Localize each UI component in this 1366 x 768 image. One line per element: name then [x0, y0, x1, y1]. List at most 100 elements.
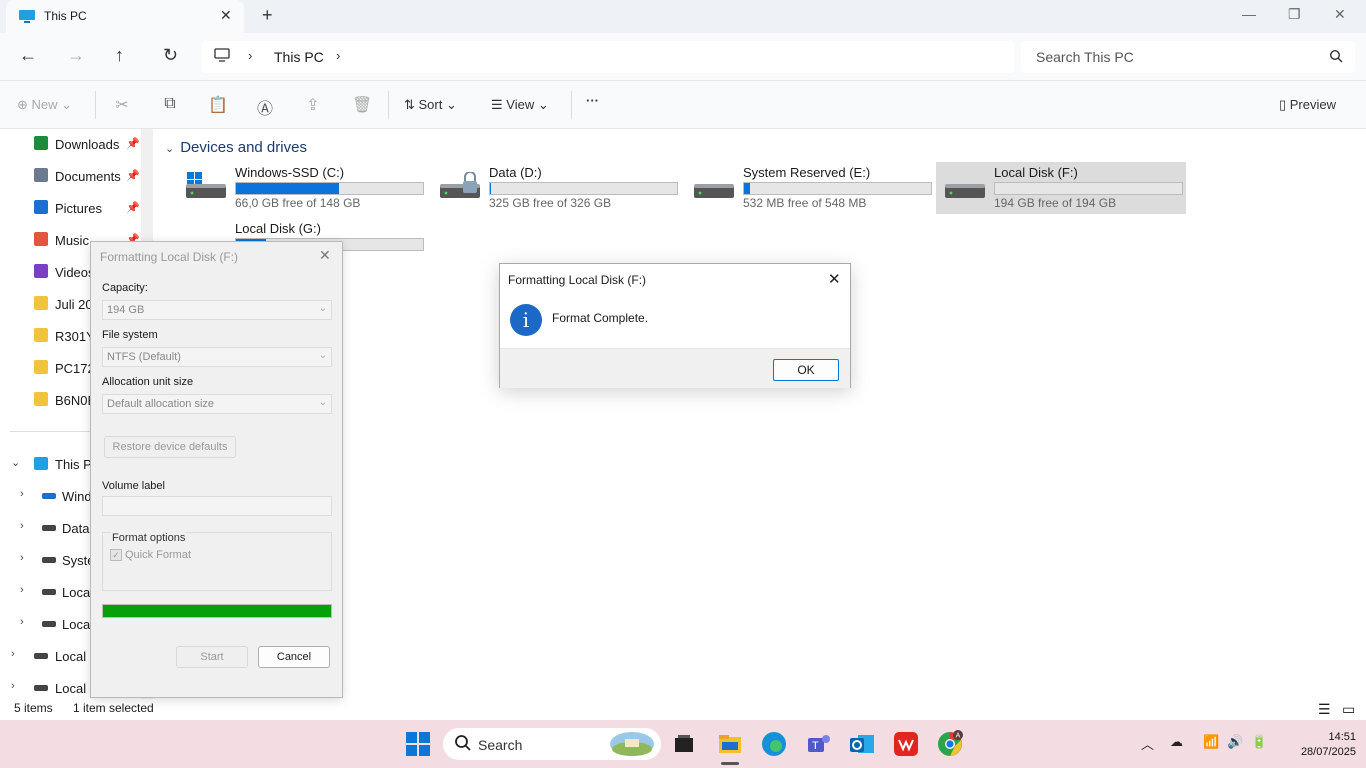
tree-item-label: Local — [62, 585, 94, 600]
more-options-button[interactable]: ··· — [586, 93, 599, 108]
rename-icon[interactable]: Ⓐ — [256, 95, 274, 118]
drive-tile[interactable]: Windows-SSD (C:) 66,0 GB free of 148 GB — [177, 162, 427, 214]
tree-item-label: Local — [62, 617, 94, 632]
battery-icon[interactable]: 🔋 — [1251, 734, 1267, 750]
volume-label-input[interactable] — [102, 496, 332, 516]
chrome-icon[interactable]: A — [936, 730, 964, 758]
drive-usage-bar — [235, 182, 424, 195]
chevron-right-icon[interactable]: › — [20, 488, 24, 500]
minimize-button[interactable]: — — [1242, 6, 1256, 22]
address-bar[interactable]: › This PC › — [202, 41, 1014, 73]
volume-label-label: Volume label — [102, 480, 165, 492]
drive-icon — [42, 525, 56, 531]
sidebar-item-downloads[interactable]: Downloads 📌 — [0, 130, 141, 158]
title-bar: This PC ✕ + — ❐ ✕ — [0, 0, 1366, 33]
chevron-right-icon[interactable]: › — [11, 648, 15, 660]
back-icon[interactable]: ← — [19, 45, 37, 66]
close-icon[interactable]: ✕ — [828, 270, 841, 288]
details-view-icon[interactable]: ☰ — [1318, 701, 1331, 718]
this-pc-icon — [34, 457, 48, 470]
chevron-down-icon: ⌄ — [318, 397, 327, 408]
taskbar: Search T A ︿ ☁ 📶 🔊 🔋 — [0, 720, 1366, 768]
restore-defaults-button[interactable]: Restore device defaults — [104, 436, 236, 458]
forward-icon[interactable]: → — [67, 45, 85, 66]
command-bar: ⊕ New ⌄ ✂ ⧉ 📋 Ⓐ ⇪ 🗑 ⇅ Sort ⌄ ☰ View ⌄ ··… — [0, 81, 1366, 129]
close-window-button[interactable]: ✕ — [1334, 6, 1346, 23]
share-icon[interactable]: ⇪ — [304, 95, 322, 114]
task-view-icon[interactable] — [670, 730, 698, 758]
quick-format-checkbox[interactable]: ✓ — [110, 549, 122, 561]
file-system-select[interactable]: NTFS (Default) ⌄ — [102, 347, 332, 367]
search-input[interactable]: Search This PC — [1021, 41, 1355, 73]
chevron-down-icon[interactable]: ⌄ — [11, 456, 20, 469]
outlook-icon[interactable] — [848, 730, 876, 758]
svg-text:A: A — [956, 733, 961, 740]
capacity-select[interactable]: 194 GB ⌄ — [102, 300, 332, 320]
cut-icon[interactable]: ✂ — [113, 95, 131, 114]
ok-button[interactable]: OK — [773, 359, 839, 381]
breadcrumb-chevron-icon[interactable]: › — [336, 48, 340, 63]
search-icon — [1329, 49, 1343, 63]
taskbar-clock[interactable]: 14:51 28/07/2025 — [1296, 730, 1356, 760]
chevron-right-icon[interactable]: › — [11, 680, 15, 692]
volume-icon[interactable]: 🔊 — [1227, 734, 1243, 750]
pin-icon[interactable]: 📌 — [126, 169, 140, 182]
pin-icon[interactable]: 📌 — [126, 137, 140, 150]
delete-icon[interactable]: 🗑 — [352, 95, 372, 114]
close-icon[interactable]: ✕ — [319, 247, 331, 264]
videos-icon — [34, 264, 48, 278]
group-header[interactable]: ⌄ Devices and drives — [165, 139, 307, 156]
drive-free-space: 194 GB free of 194 GB — [994, 196, 1117, 210]
sidebar-item-pictures[interactable]: Pictures 📌 — [0, 194, 141, 222]
document-icon — [34, 168, 48, 182]
wifi-icon[interactable]: 📶 — [1203, 734, 1219, 750]
drive-icon — [42, 557, 56, 563]
wps-office-icon[interactable] — [892, 730, 920, 758]
drive-tile[interactable]: Local Disk (F:) 194 GB free of 194 GB — [936, 162, 1186, 214]
start-button[interactable]: Start — [176, 646, 248, 668]
view-button[interactable]: ☰ View ⌄ — [491, 97, 549, 113]
file-explorer-icon[interactable] — [716, 730, 744, 758]
cancel-button[interactable]: Cancel — [258, 646, 330, 668]
info-icon: i — [510, 304, 542, 336]
pictures-icon — [34, 200, 48, 214]
preview-button[interactable]: ▯ Preview — [1279, 97, 1336, 113]
chevron-up-icon[interactable]: ︿ — [1141, 734, 1154, 753]
drive-tile[interactable]: Data (D:) 325 GB free of 326 GB — [431, 162, 681, 214]
new-button[interactable]: ⊕ New ⌄ — [17, 97, 72, 113]
preview-label: Preview — [1289, 97, 1337, 112]
teams-icon[interactable]: T — [804, 730, 832, 758]
progress-fill — [103, 605, 331, 617]
refresh-icon[interactable]: ↻ — [163, 45, 178, 66]
view-label: View — [506, 97, 535, 112]
pin-icon[interactable]: 📌 — [126, 201, 140, 214]
sidebar-item-label: Documents — [55, 169, 121, 184]
drive-icon — [944, 172, 986, 200]
taskbar-search[interactable]: Search — [443, 728, 661, 760]
paste-icon[interactable]: 📋 — [208, 95, 228, 114]
new-label: New — [31, 97, 58, 112]
windows-start-icon[interactable] — [404, 730, 432, 758]
chevron-right-icon[interactable]: › — [20, 584, 24, 596]
sidebar-item-documents[interactable]: Documents 📌 — [0, 162, 141, 190]
divider — [571, 91, 572, 119]
tiles-view-icon[interactable]: ▭ — [1342, 701, 1355, 718]
close-tab-icon[interactable]: ✕ — [220, 7, 232, 24]
chevron-right-icon[interactable]: › — [20, 552, 24, 564]
tab-this-pc[interactable]: This PC ✕ — [6, 0, 244, 33]
maximize-button[interactable]: ❐ — [1288, 6, 1301, 23]
drive-usage-bar — [743, 182, 932, 195]
new-tab-button[interactable]: + — [262, 5, 273, 26]
chevron-right-icon[interactable]: › — [20, 520, 24, 532]
drive-tile[interactable]: System Reserved (E:) 532 MB free of 548 M… — [685, 162, 935, 214]
breadcrumb-this-pc[interactable]: This PC — [274, 49, 324, 65]
up-icon[interactable]: ↑ — [115, 45, 124, 66]
drive-icon — [42, 621, 56, 627]
format-progress-bar — [102, 604, 332, 618]
allocation-select[interactable]: Default allocation size ⌄ — [102, 394, 332, 414]
onedrive-icon[interactable]: ☁ — [1170, 734, 1183, 750]
sort-button[interactable]: ⇅ Sort ⌄ — [404, 97, 457, 113]
chevron-right-icon[interactable]: › — [20, 616, 24, 628]
edge-icon[interactable] — [760, 730, 788, 758]
copy-icon[interactable]: ⧉ — [161, 95, 179, 113]
